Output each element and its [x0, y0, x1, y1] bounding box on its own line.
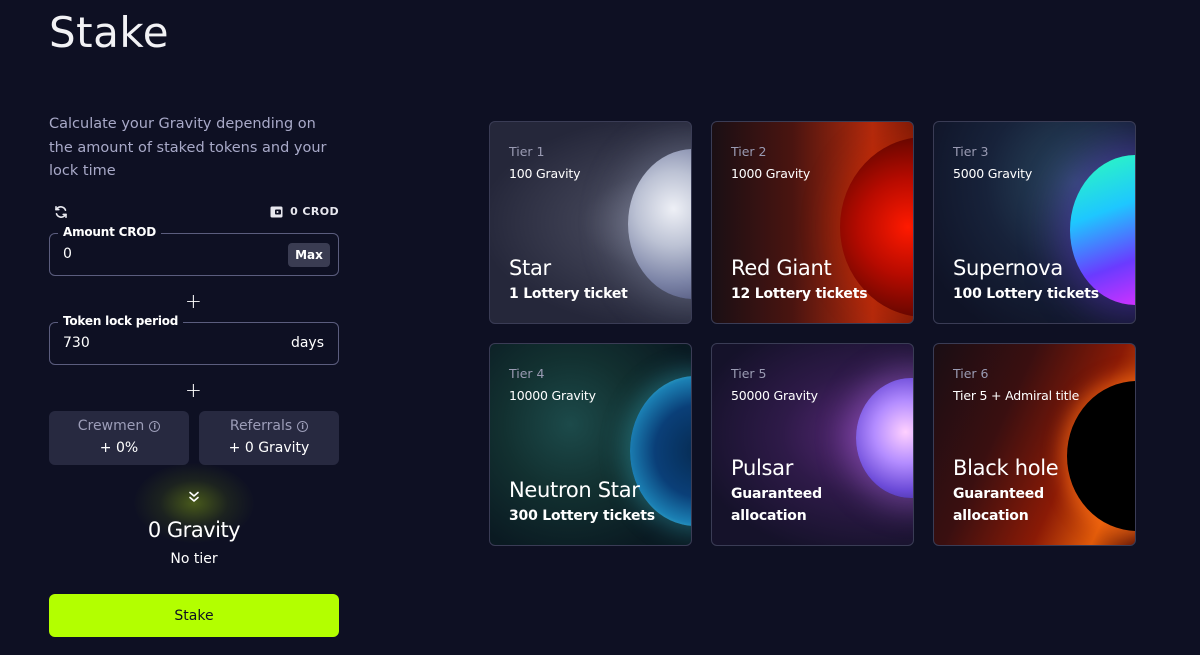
tier-card-neutron-star[interactable]: Tier 4 10000 Gravity Neutron Star 300 Lo… — [489, 343, 692, 546]
neutron-star-planet — [630, 376, 691, 526]
tier-gravity: 5000 Gravity — [953, 166, 1033, 181]
star-planet — [628, 149, 691, 299]
lock-period-unit: days — [290, 335, 324, 351]
tier-name: Pulsar — [731, 456, 794, 480]
referrals-label: Referrals — [229, 418, 293, 434]
tier-reward: 12 Lottery tickets — [731, 286, 868, 302]
tier-name: Star — [509, 256, 551, 280]
page-title: Stake — [49, 8, 170, 57]
tier-reward: 300 Lottery tickets — [509, 508, 655, 524]
tier-number: Tier 4 — [509, 366, 545, 381]
tier-name: Neutron Star — [509, 478, 640, 502]
info-icon[interactable]: i — [149, 420, 161, 432]
tier-name: Red Giant — [731, 256, 832, 280]
info-icon[interactable]: i — [297, 420, 309, 432]
tier-gravity: 1000 Gravity — [731, 166, 811, 181]
tier-number: Tier 5 — [731, 366, 767, 381]
tier-reward: 1 Lottery ticket — [509, 286, 628, 302]
crewmen-label: Crewmen — [77, 418, 145, 434]
max-button[interactable]: Max — [288, 243, 330, 267]
plus-icon: + — [185, 378, 202, 402]
refresh-icon[interactable] — [54, 205, 68, 219]
tier-card-star[interactable]: Tier 1 100 Gravity Star 1 Lottery ticket — [489, 121, 692, 324]
tier-result: No tier — [170, 551, 218, 567]
black-hole-planet — [1067, 381, 1135, 531]
referrals-stat: Referrals i + 0 Gravity — [199, 411, 339, 465]
balance-label: 0 CROD — [290, 205, 339, 218]
intro-text: Calculate your Gravity depending on the … — [49, 116, 327, 179]
crewmen-value: + 0% — [99, 440, 139, 456]
tier-number: Tier 3 — [953, 144, 989, 159]
crewmen-stat: Crewmen i + 0% — [49, 411, 189, 465]
tier-card-supernova[interactable]: Tier 3 5000 Gravity Supernova 100 Lotter… — [933, 121, 1136, 324]
tier-gravity: 50000 Gravity — [731, 388, 818, 403]
tier-card-red-giant[interactable]: Tier 2 1000 Gravity Red Giant 12 Lottery… — [711, 121, 914, 324]
tier-reward: Guaranteed allocation — [953, 486, 1044, 524]
tier-reward: 100 Lottery tickets — [953, 286, 1099, 302]
referrals-value: + 0 Gravity — [228, 440, 310, 456]
pulsar-planet — [856, 378, 913, 498]
stake-button[interactable]: Stake — [49, 594, 339, 637]
tier-gravity: 10000 Gravity — [509, 388, 596, 403]
tier-name: Supernova — [953, 256, 1063, 280]
wallet-balance: 0 CROD — [270, 205, 339, 218]
amount-field[interactable]: Amount CROD 0 Max — [49, 225, 339, 276]
amount-input[interactable]: 0 — [63, 246, 72, 262]
lock-period-input[interactable]: 730 — [63, 335, 90, 351]
wallet-icon — [270, 206, 283, 217]
tier-card-pulsar[interactable]: Tier 5 50000 Gravity Pulsar Guaranteed a… — [711, 343, 914, 546]
tier-number: Tier 2 — [731, 144, 767, 159]
lock-period-label: Token lock period — [58, 314, 184, 328]
tier-name: Black hole — [953, 456, 1059, 480]
amount-field-label: Amount CROD — [58, 225, 162, 239]
tier-number: Tier 1 — [509, 144, 545, 159]
tier-card-black-hole[interactable]: Tier 6 Tier 5 + Admiral title Black hole… — [933, 343, 1136, 546]
plus-icon: + — [185, 289, 202, 313]
tier-number: Tier 6 — [953, 366, 989, 381]
tier-reward: Guaranteed allocation — [731, 486, 822, 524]
tier-gravity: Tier 5 + Admiral title — [953, 388, 1080, 403]
gravity-total: 0 Gravity — [147, 518, 241, 542]
tier-gravity: 100 Gravity — [509, 166, 581, 181]
chevrons-down-icon — [189, 491, 199, 502]
lock-period-field[interactable]: Token lock period 730 days — [49, 314, 339, 365]
